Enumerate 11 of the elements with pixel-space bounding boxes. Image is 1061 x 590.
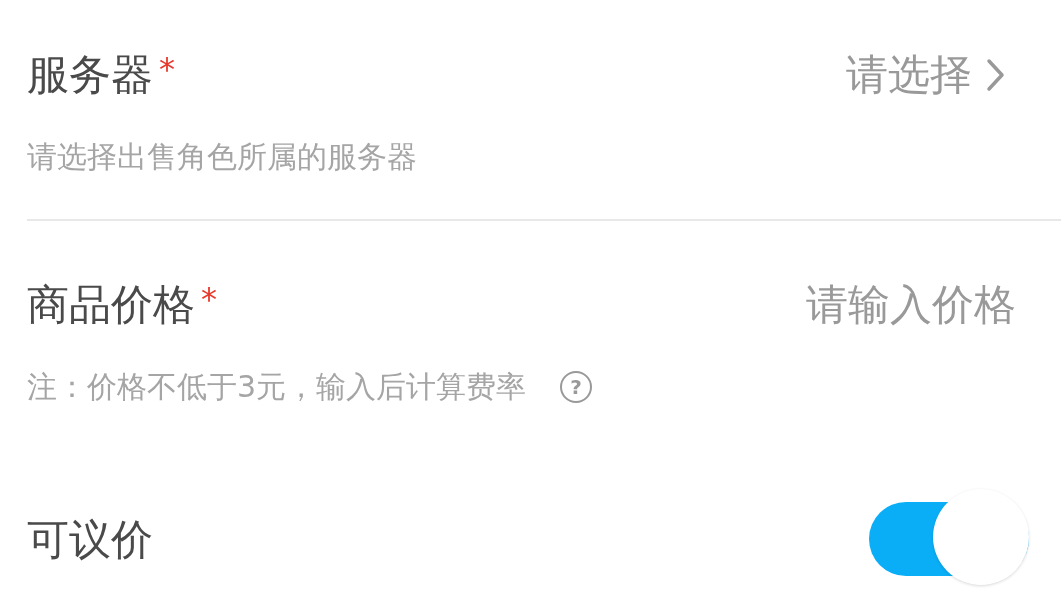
field-label: 可议价 [27,513,153,566]
field-label: 服务器 [27,49,153,101]
hint-text: 请选择出售角色所属的服务器 [27,138,417,176]
required-asterisk: * [201,279,217,320]
select-value[interactable]: 请选择 [846,43,972,106]
chevron-right-icon[interactable] [986,57,1006,92]
price-input[interactable]: 请输入价格 [756,273,1016,336]
help-icon[interactable]: ? [560,370,593,403]
required-asterisk: * [159,49,175,90]
hint-text: 注：价格不低于3元，输入后计算费率 [27,368,527,406]
field-label: 商品价格 [27,279,195,331]
